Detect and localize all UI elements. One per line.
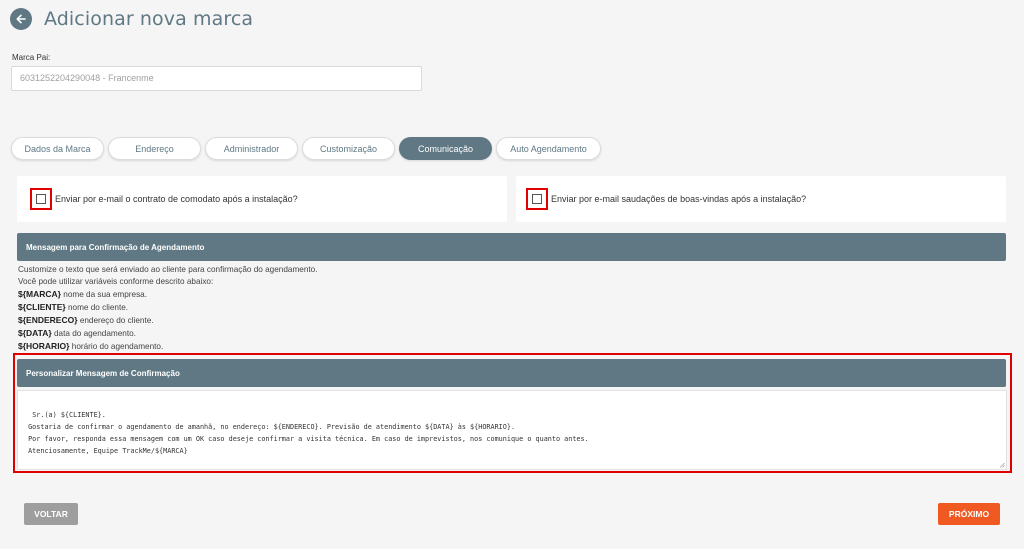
instructions-line-2: Você pode utilizar variáveis conforme de… <box>18 277 214 286</box>
page-title: Adicionar nova marca <box>44 8 254 30</box>
contract-email-checkbox[interactable] <box>36 194 46 204</box>
variable-item: ${MARCA} nome da sua empresa. <box>18 289 148 299</box>
contract-email-card: Enviar por e-mail o contrato de comodato… <box>17 176 507 222</box>
welcome-email-label: Enviar por e-mail saudações de boas-vind… <box>551 194 807 204</box>
welcome-email-card: Enviar por e-mail saudações de boas-vind… <box>516 176 1006 222</box>
back-arrow-button[interactable] <box>10 8 32 30</box>
arrow-left-icon <box>16 14 26 24</box>
welcome-email-highlight <box>526 188 548 210</box>
resize-handle-icon[interactable] <box>999 462 1005 468</box>
confirmation-instructions: Customize o texto que será enviado ao cl… <box>18 264 317 353</box>
tab-dados-da-marca[interactable]: Dados da Marca <box>11 137 104 160</box>
parent-brand-label: Marca Pai: <box>12 53 51 62</box>
variable-item: ${ENDERECO} endereço do cliente. <box>18 315 154 325</box>
tab-administrador[interactable]: Administrador <box>205 137 298 160</box>
tab-bar: Dados da Marca Endereço Administrador Cu… <box>11 137 605 160</box>
contract-email-label: Enviar por e-mail o contrato de comodato… <box>55 194 298 204</box>
confirmation-message-text: Sr.(a) ${CLIENTE}. Gostaria de confirmar… <box>28 411 589 455</box>
confirmation-message-textarea[interactable]: Sr.(a) ${CLIENTE}. Gostaria de confirmar… <box>17 390 1007 470</box>
page-header: Adicionar nova marca <box>10 8 253 30</box>
welcome-email-checkbox[interactable] <box>532 194 542 204</box>
variable-item: ${HORARIO} horário do agendamento. <box>18 341 164 351</box>
contract-email-highlight <box>30 188 52 210</box>
next-button[interactable]: PRÓXIMO <box>938 503 1000 525</box>
tab-endereco[interactable]: Endereço <box>108 137 201 160</box>
tab-comunicacao[interactable]: Comunicação <box>399 137 492 160</box>
tab-customizacao[interactable]: Customização <box>302 137 395 160</box>
variable-item: ${DATA} data do agendamento. <box>18 328 136 338</box>
instructions-line-1: Customize o texto que será enviado ao cl… <box>18 265 318 274</box>
back-button[interactable]: VOLTAR <box>24 503 78 525</box>
parent-brand-input[interactable]: 6031252204290048 - Francenme <box>11 66 422 91</box>
tab-auto-agendamento[interactable]: Auto Agendamento <box>496 137 601 160</box>
confirmation-section-header: Mensagem para Confirmação de Agendamento <box>17 233 1006 261</box>
variable-item: ${CLIENTE} nome do cliente. <box>18 302 129 312</box>
custom-message-header: Personalizar Mensagem de Confirmação <box>17 359 1006 387</box>
